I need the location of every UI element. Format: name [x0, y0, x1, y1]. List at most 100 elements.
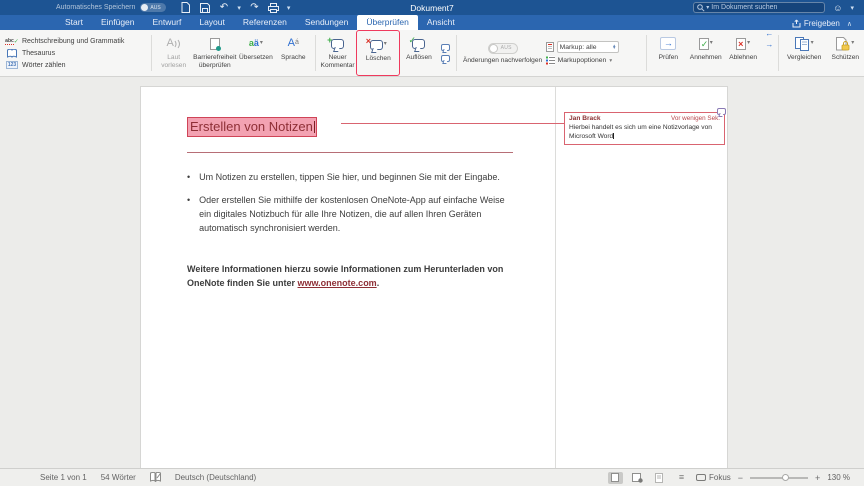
word-count[interactable]: 54 Wörter — [101, 473, 136, 482]
zoom-level[interactable]: 130 % — [827, 473, 850, 482]
search-input[interactable]: ▾ Im Dokument suchen — [693, 2, 826, 13]
undo-icon[interactable]: ↶ — [218, 2, 229, 13]
document-page[interactable]: Erstellen von Notizen • Um Notizen zu er… — [140, 86, 728, 468]
next-comment-icon[interactable] — [440, 55, 450, 62]
comment-author: Jan Brack — [569, 115, 601, 122]
tab-layout[interactable]: Layout — [190, 15, 234, 30]
comment-text-cursor — [613, 133, 615, 140]
word-count-button[interactable]: 123 Wörter zählen — [5, 60, 148, 70]
tab-referenzen[interactable]: Referenzen — [234, 15, 296, 30]
accessibility-button[interactable]: Barrierefreiheit überprüfen — [192, 30, 237, 76]
read-aloud-icon: A — [167, 35, 181, 52]
resolve-comment-icon: ✓ — [408, 35, 426, 52]
zoom-out-button[interactable]: − — [738, 473, 743, 483]
bullet-icon: • — [187, 194, 191, 205]
compare-icon: ▾ — [794, 35, 814, 52]
footer-paragraph[interactable]: Weitere Informationen hierzu sowie Infor… — [187, 263, 509, 291]
zoom-in-button[interactable]: + — [815, 473, 820, 483]
annotation-highlight-box: × ▾ Löschen — [356, 30, 401, 76]
proofing-status-icon[interactable] — [149, 471, 161, 484]
next-change-icon[interactable]: → — [764, 41, 775, 49]
document-area: Erstellen von Notizen • Um Notizen zu er… — [0, 77, 864, 468]
page-count[interactable]: Seite 1 von 1 — [40, 473, 87, 482]
track-changes-state-label: AUS — [500, 45, 512, 51]
search-placeholder: Im Dokument suchen — [711, 4, 778, 11]
tab-sendungen[interactable]: Sendungen — [296, 15, 358, 30]
proofing-group: abc ✓ Rechtschreibung und Grammatik Thesa… — [5, 30, 148, 76]
print-icon[interactable] — [267, 2, 279, 13]
translate-icon: a ä ▾ — [248, 38, 263, 49]
previous-change-icon[interactable]: ← — [764, 30, 775, 38]
track-changes-toggle[interactable]: AUS — [487, 42, 518, 54]
search-icon — [697, 3, 705, 12]
feedback-smiley-icon[interactable]: ☺ — [833, 3, 842, 13]
protect-lock-icon: ▾ — [836, 35, 854, 52]
outline-view-button[interactable]: ≡ — [674, 472, 689, 484]
spelling-grammar-button[interactable]: abc ✓ Rechtschreibung und Grammatik — [5, 36, 148, 46]
delete-comment-button[interactable]: × ▾ Löschen — [358, 31, 398, 63]
check-button[interactable]: → Prüfen — [650, 30, 687, 76]
tab-einfuegen[interactable]: Einfügen — [92, 15, 144, 30]
redo-icon[interactable]: ↷ — [249, 2, 260, 13]
focus-mode-button[interactable]: Fokus — [695, 473, 731, 482]
protect-button[interactable]: ▾ Schützen — [827, 30, 864, 76]
thesaurus-book-icon — [6, 48, 18, 58]
accept-button[interactable]: ✓ ▾ Annehmen — [687, 30, 724, 76]
zoom-slider[interactable] — [750, 474, 809, 482]
comment-bubble-icon[interactable] — [717, 108, 726, 115]
titlebar: Automatisches Speichern AUS ↶ ▾ ↷ ▾ Doku… — [0, 0, 864, 15]
bullet-list[interactable]: • Um Notizen zu erstellen, tippen Sie hi… — [187, 171, 509, 245]
search-scope-caret-icon[interactable]: ▾ — [706, 4, 709, 11]
ribbon-divider — [314, 35, 316, 71]
compare-button[interactable]: ▾ Vergleichen — [782, 30, 827, 76]
new-comment-button[interactable]: + Neuer Kommentar — [319, 30, 356, 76]
tab-ueberpruefen[interactable]: Überprüfen — [357, 15, 418, 30]
markup-stepper-icon: ▴ ▾ — [613, 42, 616, 51]
markup-icon — [545, 42, 554, 52]
autosave-toggle[interactable]: AUS — [140, 3, 167, 12]
share-button[interactable]: Freigeben ∧ — [792, 19, 852, 28]
autosave-state-label: AUS — [150, 4, 161, 11]
previous-comment-icon[interactable] — [440, 44, 450, 51]
document-title: Dokument7 — [410, 3, 454, 13]
bullet-icon: • — [187, 172, 191, 182]
accept-caret-icon: ▾ — [709, 40, 713, 47]
onenote-link[interactable]: www.onenote.com — [298, 278, 377, 288]
comment-text[interactable]: Hierbei handelt es sich um eine Notizvor… — [569, 123, 720, 141]
markup-select[interactable]: Markup: alle ▴ ▾ — [556, 41, 619, 53]
draft-view-button[interactable] — [652, 472, 667, 484]
language-status[interactable]: Deutsch (Deutschland) — [175, 473, 256, 482]
toolbar-customize-caret-icon[interactable]: ▾ — [287, 4, 291, 12]
ribbon-divider — [151, 35, 152, 71]
tab-entwurf[interactable]: Entwurf — [144, 15, 191, 30]
tab-start[interactable]: Start — [56, 15, 92, 30]
reject-button[interactable]: × ▾ Ablehnen — [724, 30, 761, 76]
translate-button[interactable]: a ä ▾ Übersetzen — [237, 30, 274, 76]
track-changes-label: Änderungen nachverfolgen — [462, 56, 543, 64]
delete-comment-icon: × ▾ — [366, 36, 387, 53]
word-count-icon: 123 — [5, 61, 19, 69]
feedback-caret-icon[interactable]: ▾ — [850, 4, 854, 12]
ribbon-collapse-icon[interactable]: ∧ — [847, 20, 852, 28]
tab-ansicht[interactable]: Ansicht — [418, 15, 464, 30]
autosave-label: Automatisches Speichern — [56, 4, 136, 11]
spellcheck-icon: abc ✓ — [5, 37, 19, 45]
focus-icon — [695, 474, 706, 481]
share-icon — [792, 19, 801, 28]
read-aloud-button[interactable]: A Laut vorlesen — [155, 30, 192, 76]
comment-timestamp: Vor wenigen Sek. — [670, 115, 720, 122]
language-button[interactable]: Aá Sprache — [275, 30, 312, 76]
thesaurus-button[interactable]: Thesaurus — [6, 48, 148, 58]
new-document-icon[interactable] — [180, 2, 191, 13]
web-layout-view-button[interactable] — [630, 472, 645, 484]
ribbon-divider — [455, 35, 457, 71]
comment-card[interactable]: Jan Brack Vor wenigen Sek. Hierbei hande… — [564, 108, 726, 146]
save-icon[interactable] — [199, 2, 210, 13]
print-layout-view-button[interactable] — [607, 471, 623, 484]
document-heading[interactable]: Erstellen von Notizen — [187, 117, 318, 137]
markup-options-button[interactable]: Markupoptionen ▾ — [545, 56, 643, 65]
undo-caret-icon[interactable]: ▾ — [237, 4, 241, 12]
resolve-comment-button[interactable]: ✓ Auflösen — [400, 30, 437, 76]
zoom-slider-knob[interactable] — [781, 474, 789, 481]
accept-icon: ✓ ▾ — [698, 37, 713, 50]
